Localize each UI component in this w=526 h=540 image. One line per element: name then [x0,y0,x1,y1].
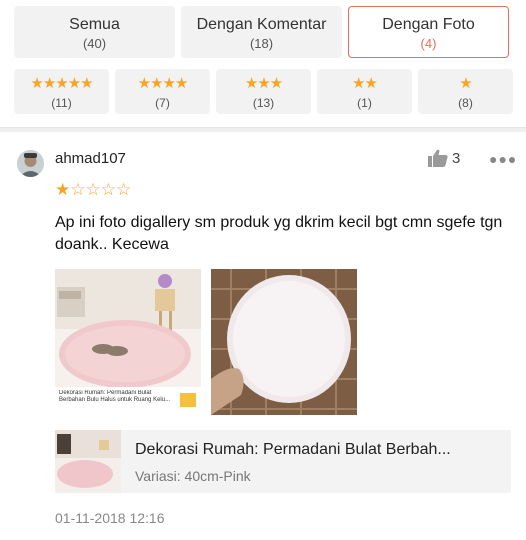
star-icons: ★★ [352,75,378,92]
star-filter-count: (8) [458,96,473,110]
product-name: Dekorasi Rumah: Permadani Bulat Berbah..… [135,441,451,458]
star-filter-4[interactable]: ★★★★ (7) [115,69,210,114]
star-filter-3[interactable]: ★★★ (13) [216,69,311,114]
star-empty-icon: ☆ [85,180,101,199]
filter-tab-label: Dengan Komentar [196,16,327,33]
filter-tab-count: (18) [249,36,274,51]
star-filter-5[interactable]: ★★★★★ (11) [14,69,109,114]
review-rating: ★☆☆☆☆ [55,180,131,200]
star-icons: ★ [459,75,472,92]
star-icons: ★★★★ [137,75,189,92]
star-empty-icon: ☆ [116,180,132,199]
review-filter-tabs: Semua (40) Dengan Komentar (18) Dengan F… [14,6,509,58]
star-empty-icon: ☆ [100,180,116,199]
product-thumbnail-image [55,430,121,493]
review-username[interactable]: ahmad107 [55,150,126,167]
avatar[interactable] [17,150,44,177]
star-filter-1[interactable]: ★ (8) [418,69,513,114]
review-photo-2[interactable] [211,269,357,415]
review-photo-1[interactable]: Dekorasi Rumah: Permadani Bulat Berbahan… [55,269,201,415]
star-filled-icon: ★ [55,180,71,199]
star-empty-icon: ☆ [70,180,86,199]
filter-tab-count: (4) [420,36,437,51]
review-comment: Ap ini foto digallery sm produk yg dkrim… [55,214,503,253]
filter-tab-dengan-komentar[interactable]: Dengan Komentar (18) [181,6,342,58]
filter-tab-semua[interactable]: Semua (40) [14,6,175,58]
product-thumbnail [55,430,121,493]
star-icons: ★★★★★ [30,75,93,92]
product-variant: Variasi: 40cm-Pink [135,468,251,484]
user-avatar-icon [17,150,44,177]
more-options-icon[interactable]: ●●● [489,152,517,166]
star-filter-2[interactable]: ★★ (1) [317,69,412,114]
star-filter-count: (1) [357,96,372,110]
filter-tab-label: Dengan Foto [382,16,475,33]
like-count: 3 [452,150,461,167]
star-icons: ★★★ [244,75,283,92]
photo-caption: Dekorasi Rumah: Permadani Bulat Berbahan… [59,390,171,403]
thumbs-up-icon[interactable] [428,149,448,167]
section-divider [0,127,526,132]
review-date: 01-11-2018 12:16 [55,510,165,526]
filter-tab-label: Semua [69,16,120,33]
filter-tab-count: (40) [82,36,107,51]
star-filter-count: (11) [51,96,72,110]
rug-closeup-image [211,269,357,415]
product-card[interactable]: Dekorasi Rumah: Permadani Bulat Berbah..… [55,430,511,493]
star-filter-row: ★★★★★ (11) ★★★★ (7) ★★★ (13) ★★ (1) ★ (8… [14,69,513,114]
star-filter-count: (7) [155,96,170,110]
star-filter-count: (13) [252,96,275,110]
filter-tab-dengan-foto[interactable]: Dengan Foto (4) [348,6,509,58]
